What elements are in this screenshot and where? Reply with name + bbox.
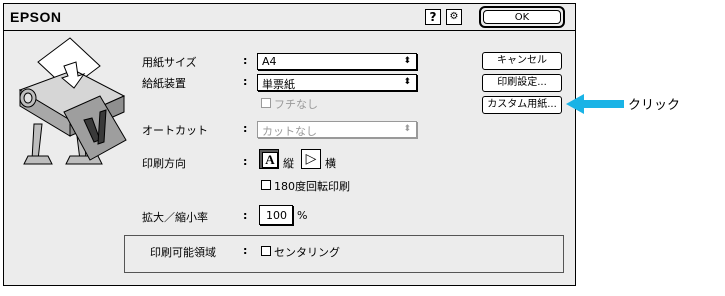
scale-value: 100 — [266, 209, 287, 222]
brand-logo: EPSON — [10, 9, 62, 25]
scale-unit: % — [297, 209, 308, 222]
rotate-180-label: 180度回転印刷 — [274, 180, 350, 193]
custom-paper-button[interactable]: カスタム用紙... — [482, 96, 562, 114]
centering-label: センタリング — [274, 246, 340, 259]
landscape-orientation-button[interactable]: ▷ — [301, 149, 321, 169]
auto-cut-select[interactable]: カットなし ⬍ — [257, 121, 417, 138]
paper-size-value: A4 — [262, 55, 277, 68]
orientation-colon: : — [243, 155, 248, 168]
print-settings-button[interactable]: 印刷設定... — [482, 74, 562, 92]
ok-button-label[interactable]: OK — [483, 10, 561, 24]
portrait-orientation-button[interactable]: A — [259, 149, 279, 169]
help-icon[interactable]: ? — [425, 9, 441, 25]
scale-label: 拡大／縮小率 — [142, 211, 208, 224]
paper-size-label: 用紙サイズ — [142, 56, 197, 69]
page-setup-dialog: EPSON ? ⚙ OK 用紙サイズ: A4 ⬍ キャンセル 給紙装置: 単… — [3, 3, 576, 286]
printable-area-group: 印刷可能領域 : センタリング — [124, 235, 564, 273]
auto-cut-value: カットなし — [262, 125, 317, 138]
landscape-a-icon: ▷ — [305, 151, 317, 167]
cancel-button[interactable]: キャンセル — [482, 52, 562, 70]
paper-size-select[interactable]: A4 ⬍ — [257, 53, 417, 70]
rotate-180-checkbox[interactable] — [261, 180, 271, 190]
scale-input[interactable]: 100 — [259, 205, 293, 225]
printer-illustration — [18, 37, 127, 165]
paper-source-select[interactable]: 単票紙 ⬍ — [257, 74, 417, 91]
up-down-arrow-icon: ⬍ — [403, 124, 411, 134]
auto-cut-label: オートカット — [142, 124, 208, 137]
paper-source-value: 単票紙 — [262, 78, 295, 91]
paper-source-colon: : — [243, 75, 248, 88]
portrait-a-icon: A — [262, 152, 278, 168]
centering-checkbox[interactable] — [261, 246, 271, 256]
settings-icon[interactable]: ⚙ — [446, 9, 462, 25]
ok-button[interactable]: OK — [479, 6, 565, 28]
scale-colon: : — [243, 209, 248, 222]
portrait-label: 縦 — [283, 157, 294, 170]
paper-source-label: 給紙装置 — [142, 77, 186, 90]
landscape-label: 横 — [325, 157, 336, 170]
orientation-label: 印刷方向 — [142, 157, 186, 170]
click-callout-text: クリック — [628, 98, 681, 113]
printable-area-label: 印刷可能領域 — [150, 246, 216, 259]
paper-size-colon: : — [243, 54, 248, 67]
printable-area-colon: : — [243, 244, 248, 257]
callout-arrow-icon — [566, 94, 624, 114]
up-down-arrow-icon: ⬍ — [403, 77, 411, 87]
borderless-label: フチなし — [274, 98, 318, 111]
borderless-checkbox[interactable] — [261, 98, 271, 108]
auto-cut-colon: : — [243, 122, 248, 135]
up-down-arrow-icon: ⬍ — [403, 56, 411, 66]
